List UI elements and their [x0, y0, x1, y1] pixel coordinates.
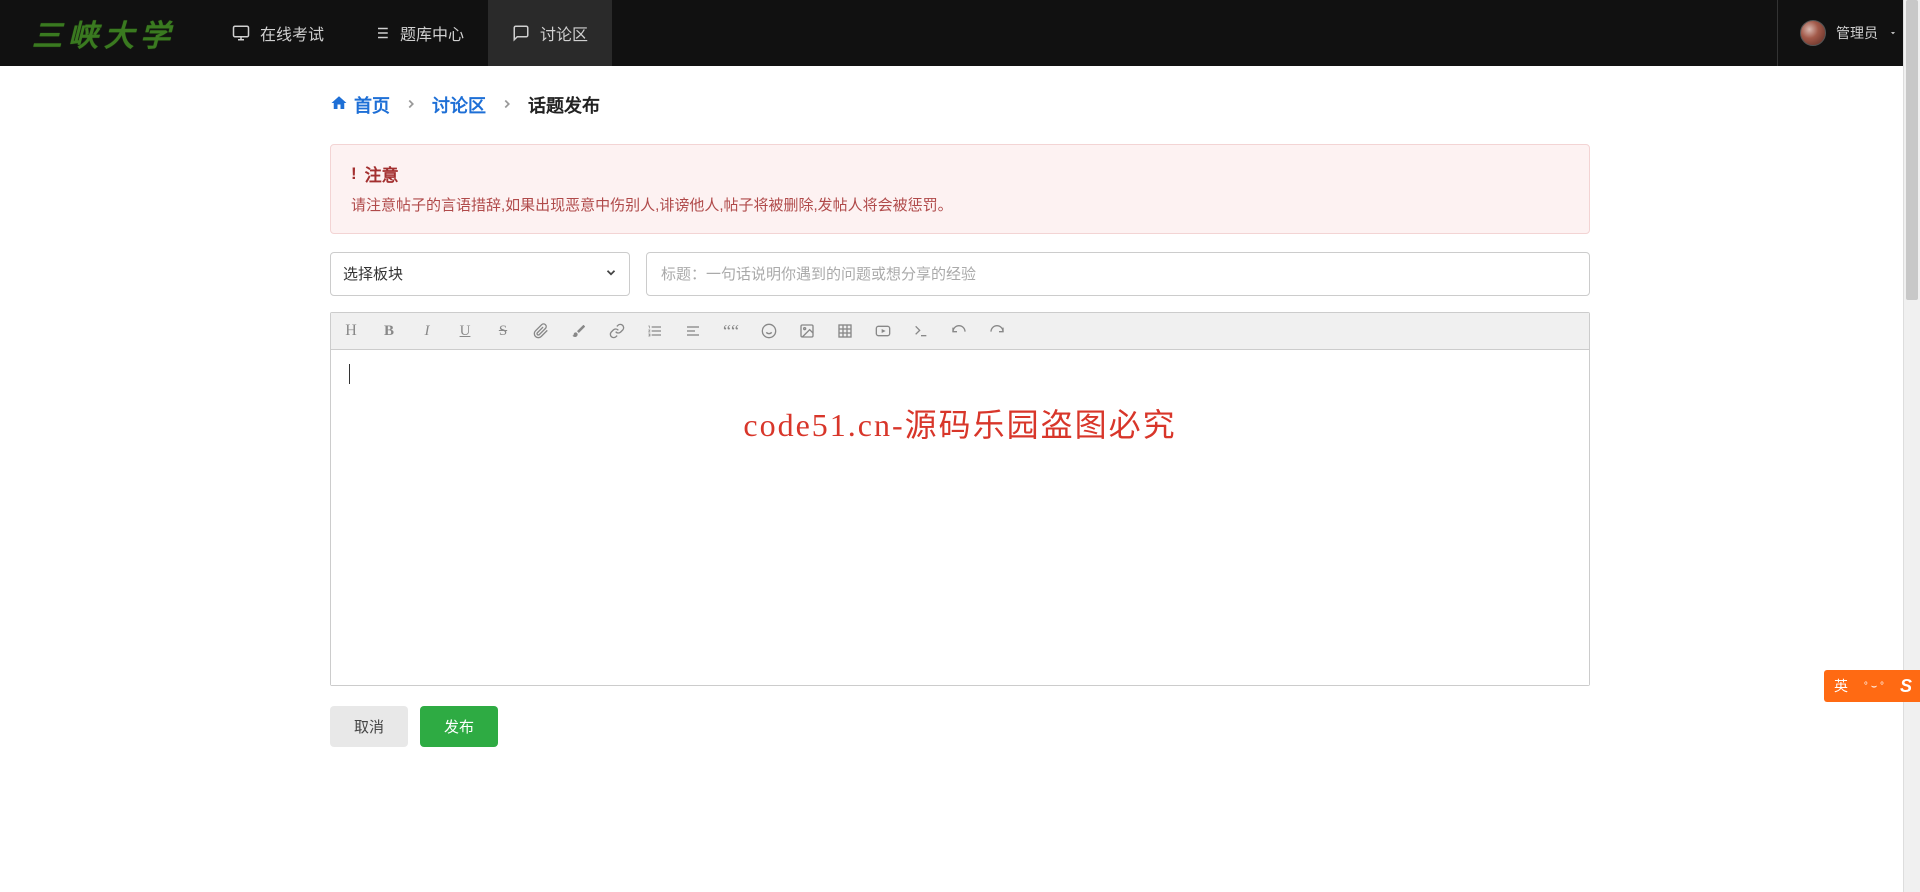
- scrollbar-track[interactable]: [1903, 0, 1920, 892]
- board-select[interactable]: 选择板块: [330, 252, 630, 296]
- scrollbar-thumb[interactable]: [1906, 0, 1918, 300]
- list-icon: [372, 24, 390, 42]
- terminal-button[interactable]: [911, 321, 931, 341]
- ime-lang: 英: [1834, 676, 1848, 696]
- nav-label: 题库中心: [400, 21, 464, 45]
- nav-label: 讨论区: [540, 21, 588, 45]
- undo-button[interactable]: [949, 321, 969, 341]
- underline-button[interactable]: U: [455, 321, 475, 341]
- nav-item-exam[interactable]: 在线考试: [208, 0, 348, 66]
- breadcrumb-section[interactable]: 讨论区: [432, 92, 486, 118]
- action-buttons: 取消 发布: [330, 706, 1590, 747]
- attachment-button[interactable]: [531, 321, 551, 341]
- image-button[interactable]: [797, 321, 817, 341]
- top-navbar: 三峡大学 在线考试 题库中心 讨论区 管理员: [0, 0, 1920, 66]
- nav-label: 在线考试: [260, 21, 324, 45]
- table-button[interactable]: [835, 321, 855, 341]
- editor-toolbar: H B I U S ““: [331, 313, 1589, 350]
- caret-down-icon: [1888, 25, 1898, 41]
- link-button[interactable]: [607, 321, 627, 341]
- board-select-wrap: 选择板块: [330, 252, 630, 296]
- chevron-right-icon: [404, 97, 418, 114]
- breadcrumb-current: 话题发布: [528, 92, 600, 118]
- avatar: [1800, 20, 1826, 46]
- user-name: 管理员: [1836, 23, 1878, 43]
- breadcrumb-home[interactable]: 首页: [330, 92, 390, 118]
- title-input[interactable]: [646, 252, 1590, 296]
- breadcrumb-home-label: 首页: [354, 92, 390, 118]
- logo-text: 三峡大学: [32, 11, 176, 55]
- cancel-button[interactable]: 取消: [330, 706, 408, 747]
- form-row: 选择板块: [330, 252, 1590, 296]
- nav-item-question-bank[interactable]: 题库中心: [348, 0, 488, 66]
- main-container: 首页 讨论区 话题发布 ! 注意 请注意帖子的言语措辞,如果出现恶意中伤别人,诽…: [330, 66, 1590, 787]
- italic-button[interactable]: I: [417, 321, 437, 341]
- quote-button[interactable]: ““: [721, 321, 741, 341]
- text-cursor: [349, 364, 350, 384]
- align-button[interactable]: [683, 321, 703, 341]
- breadcrumb: 首页 讨论区 话题发布: [330, 86, 1590, 124]
- title-input-wrap: [646, 252, 1590, 296]
- monitor-icon: [232, 24, 250, 42]
- editor-content[interactable]: code51.cn-源码乐园盗图必究: [331, 350, 1589, 685]
- breadcrumb-section-label: 讨论区: [432, 92, 486, 118]
- redo-button[interactable]: [987, 321, 1007, 341]
- home-icon: [330, 94, 348, 117]
- alert-body: 请注意帖子的言语措辞,如果出现恶意中伤别人,诽谤他人,帖子将被删除,发帖人将会被…: [351, 194, 1569, 215]
- site-logo[interactable]: 三峡大学: [0, 0, 208, 66]
- ime-logo-icon: S: [1900, 676, 1912, 697]
- ime-dots-icon: ° ⌣ °: [1864, 681, 1884, 692]
- comment-icon: [512, 24, 530, 42]
- user-menu[interactable]: 管理员: [1777, 0, 1920, 66]
- ime-indicator[interactable]: 英 ° ⌣ ° S: [1824, 670, 1920, 702]
- nav-item-discussion[interactable]: 讨论区: [488, 0, 612, 66]
- warning-alert: ! 注意 请注意帖子的言语措辞,如果出现恶意中伤别人,诽谤他人,帖子将被删除,发…: [330, 144, 1590, 234]
- emoji-button[interactable]: [759, 321, 779, 341]
- chevron-right-icon: [500, 97, 514, 114]
- alert-title-text: 注意: [365, 161, 399, 186]
- rich-text-editor: H B I U S ““: [330, 312, 1590, 686]
- publish-button[interactable]: 发布: [420, 706, 498, 747]
- navbar-menu: 在线考试 题库中心 讨论区: [208, 0, 612, 66]
- bold-button[interactable]: B: [379, 321, 399, 341]
- brush-button[interactable]: [569, 321, 589, 341]
- exclamation-icon: !: [351, 164, 357, 184]
- alert-title: ! 注意: [351, 161, 1569, 186]
- video-button[interactable]: [873, 321, 893, 341]
- strikethrough-button[interactable]: S: [493, 321, 513, 341]
- heading-button[interactable]: H: [341, 321, 361, 341]
- ordered-list-button[interactable]: [645, 321, 665, 341]
- watermark-text: code51.cn-源码乐园盗图必究: [331, 400, 1589, 446]
